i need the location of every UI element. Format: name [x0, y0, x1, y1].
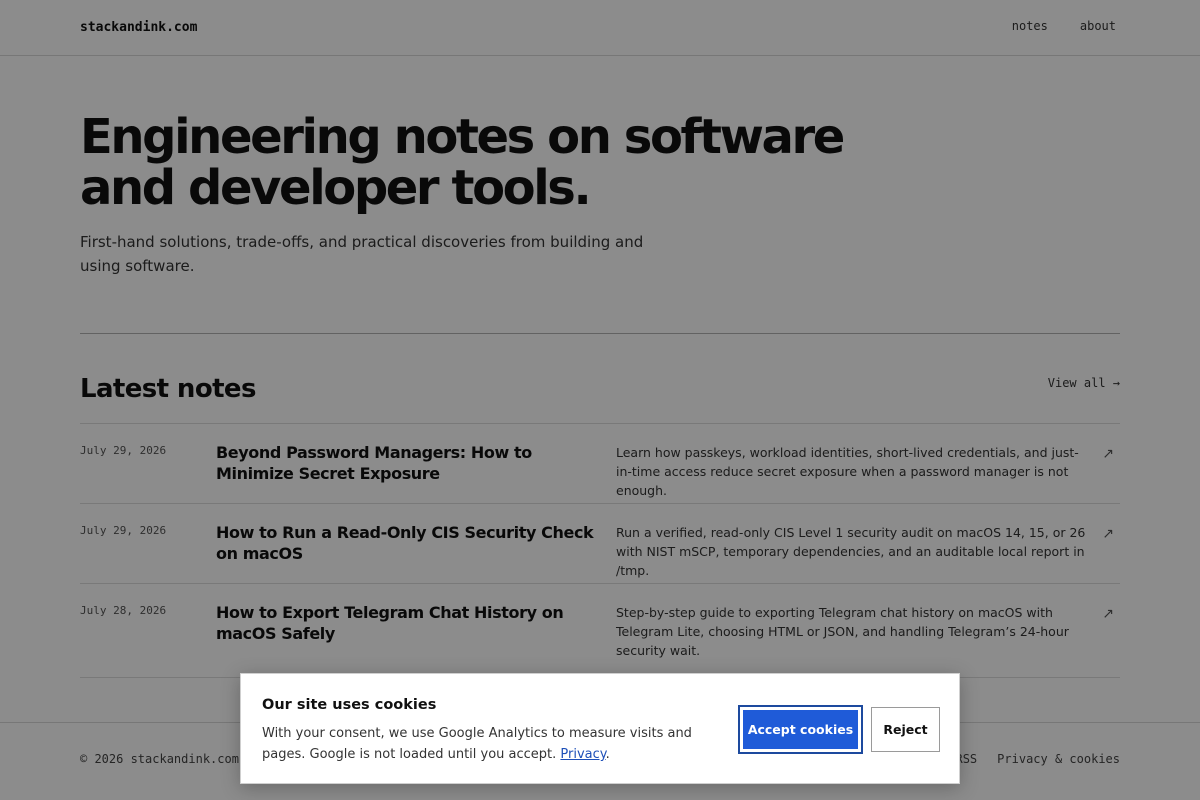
cookie-banner-title: Our site uses cookies — [262, 697, 437, 713]
accept-cookies-button[interactable]: Accept cookies — [738, 705, 863, 754]
cookie-consent-banner: Our site uses cookies With your consent,… — [240, 673, 960, 784]
cookie-text-end: . — [605, 747, 610, 762]
reject-cookies-button[interactable]: Reject — [871, 707, 940, 752]
cookie-text-body: With your consent, we use Google Analyti… — [262, 726, 692, 762]
privacy-link[interactable]: Privacy — [560, 747, 605, 762]
cookie-banner-text: With your consent, we use Google Analyti… — [262, 723, 722, 765]
